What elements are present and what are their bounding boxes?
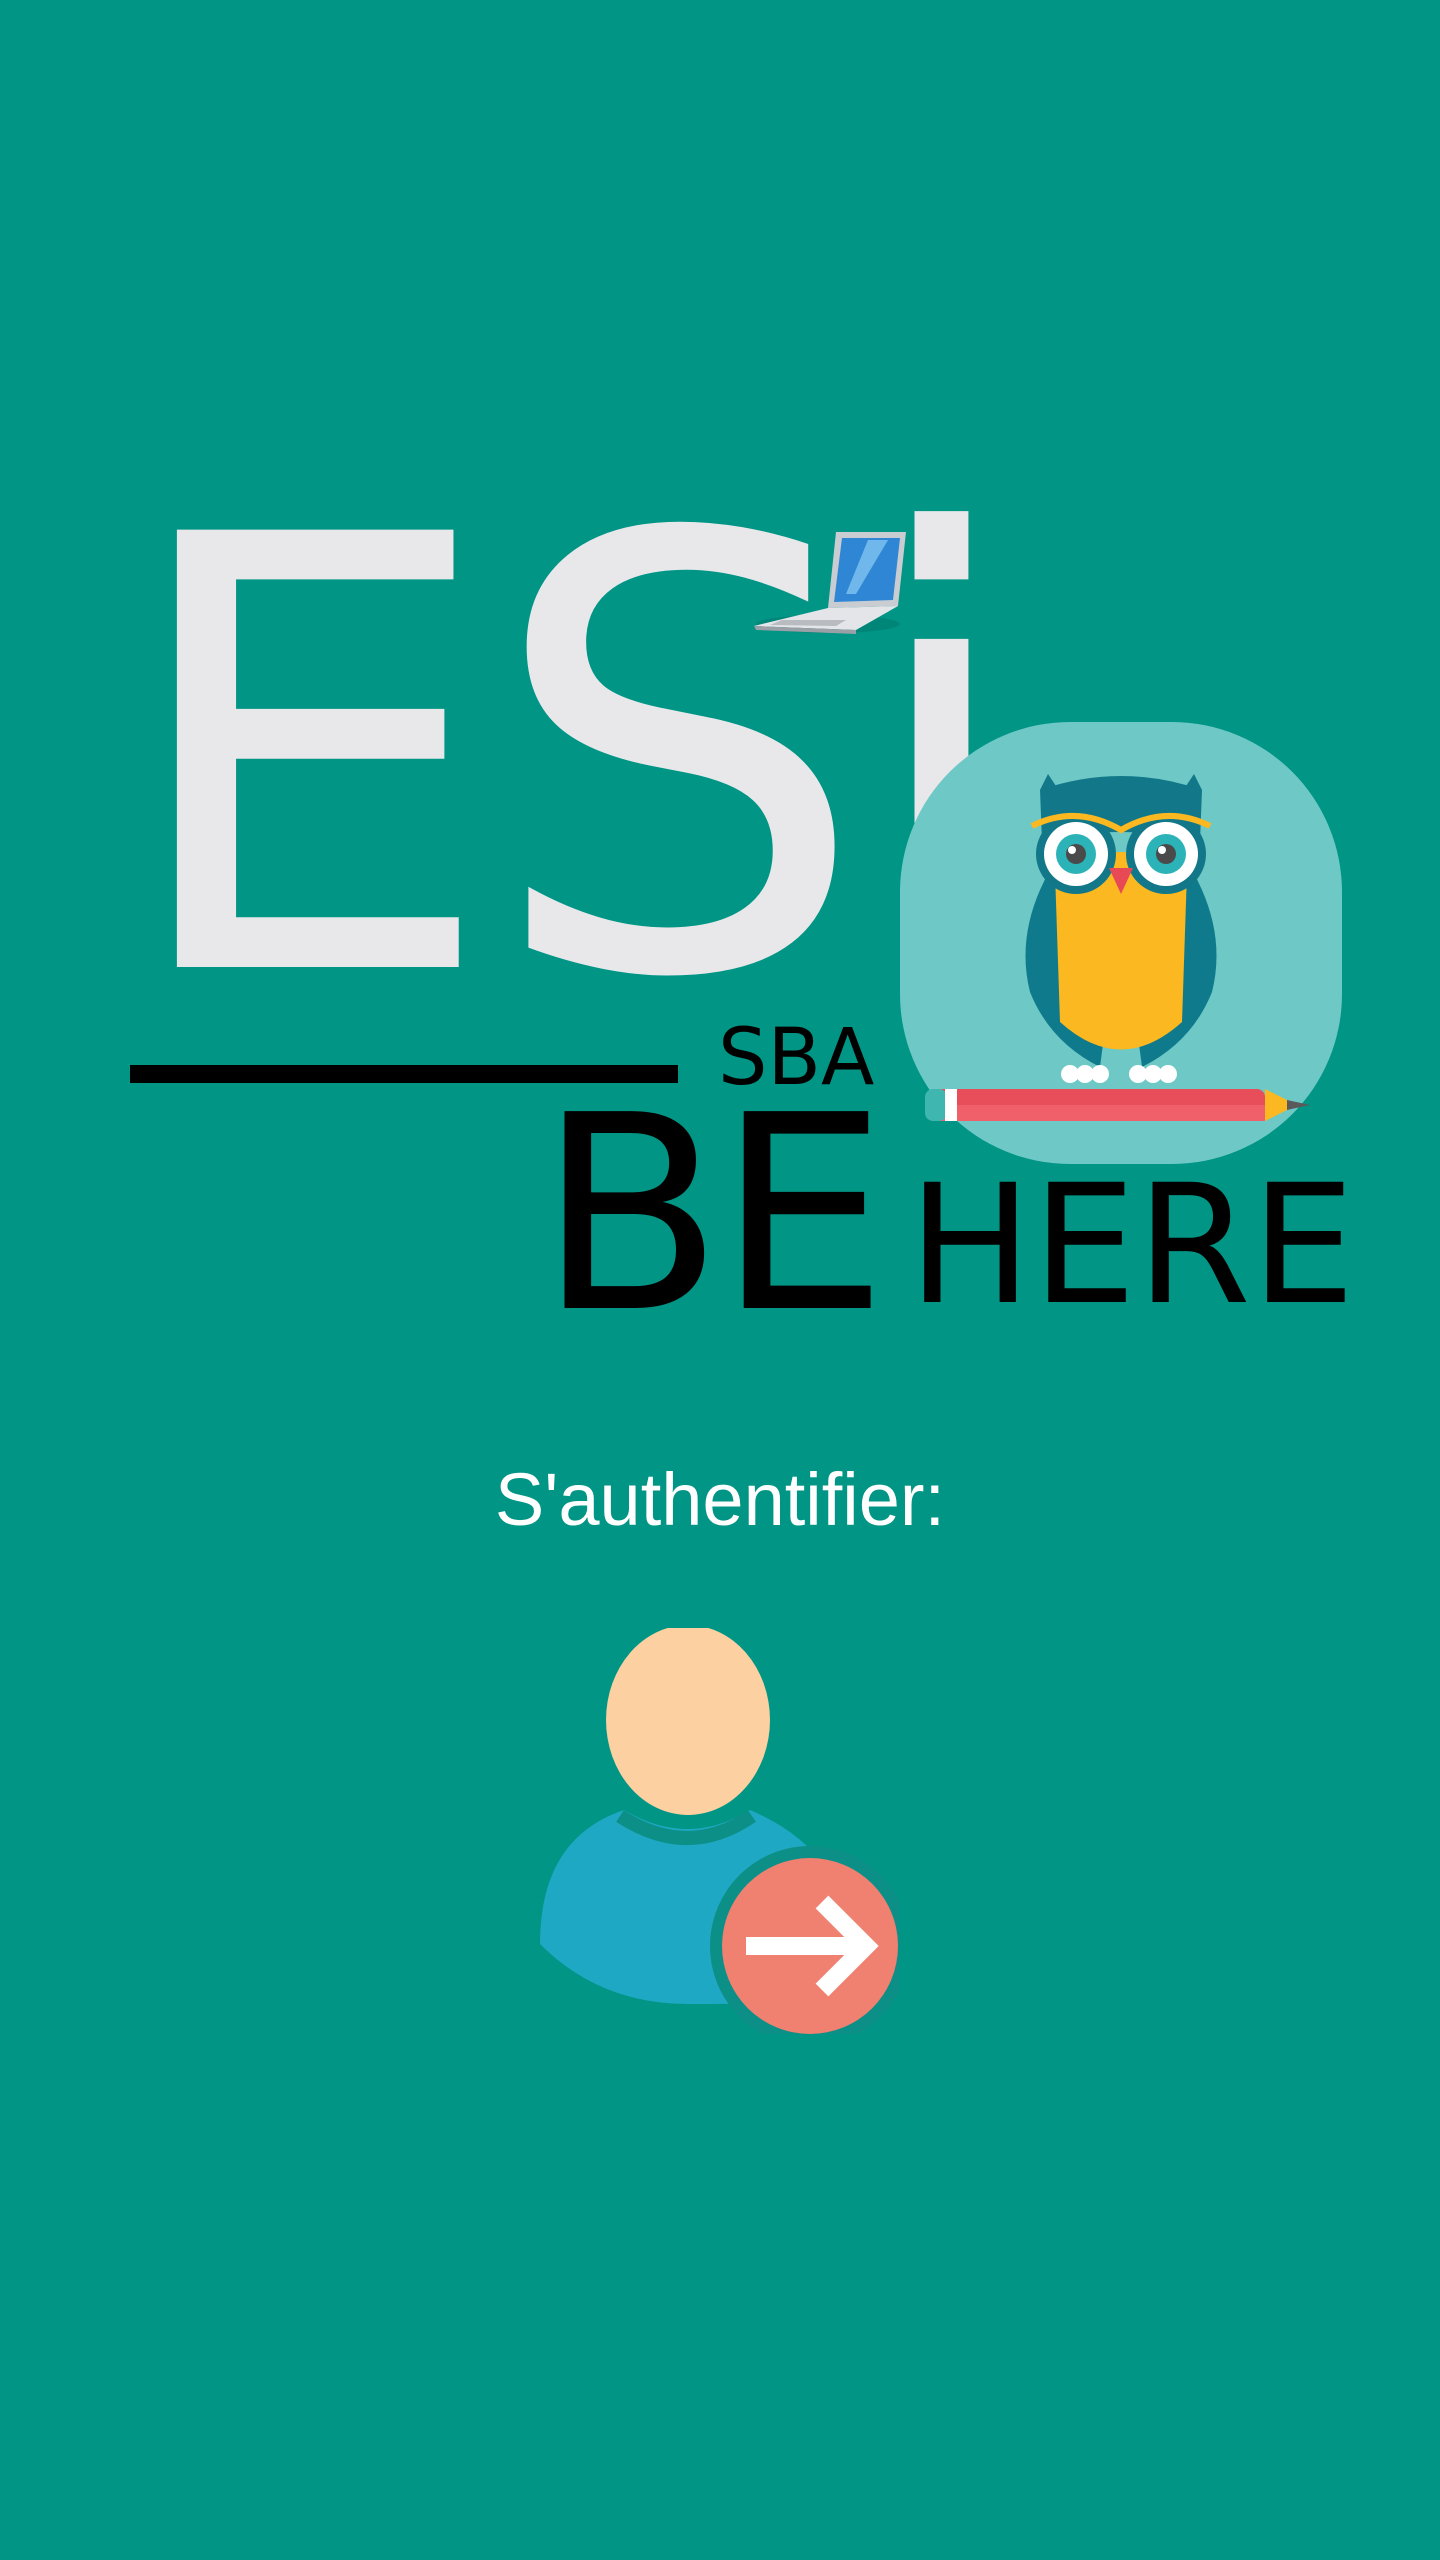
login-button[interactable] xyxy=(540,1625,910,2046)
logo-tagline-small: HERE xyxy=(908,1149,1356,1341)
user-icon xyxy=(540,1625,910,2046)
auth-label: S'authentifier: xyxy=(494,1458,946,1541)
laptop-icon xyxy=(754,532,906,634)
app-logo: ESi SBA BE HERE xyxy=(0,0,1440,1400)
pencil-icon xyxy=(925,1089,1310,1121)
logo-tagline-big: BE xyxy=(538,1057,888,1372)
